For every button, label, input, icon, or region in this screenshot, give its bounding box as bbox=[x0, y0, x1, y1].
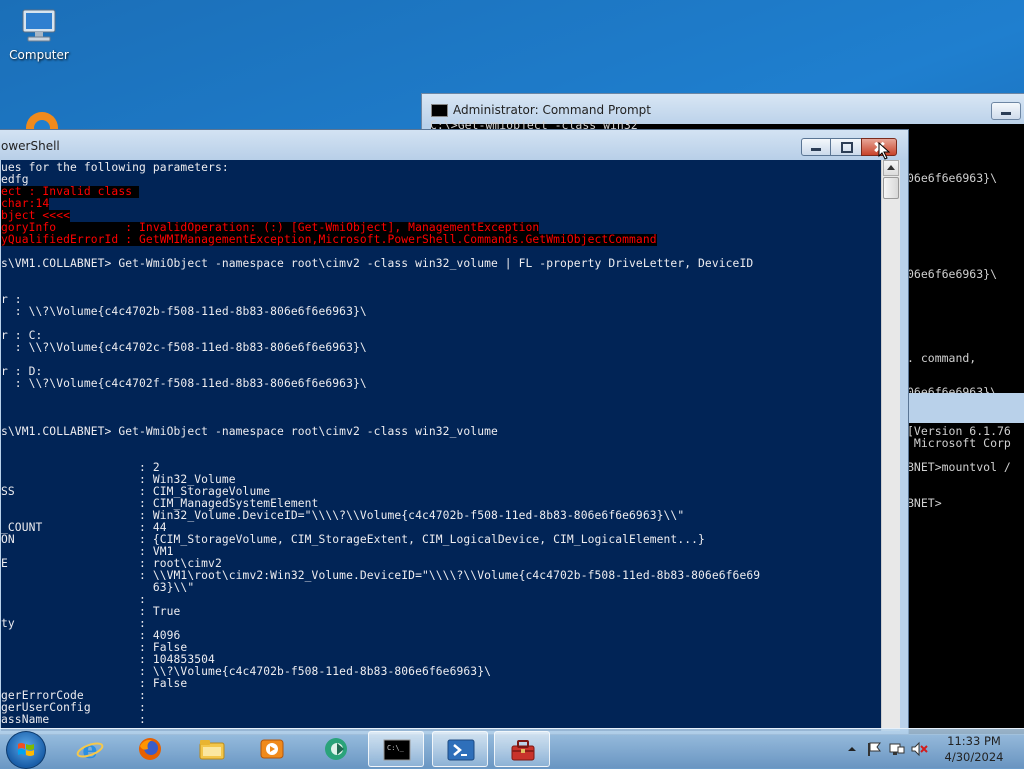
volume-muted-icon[interactable] bbox=[911, 741, 928, 757]
desktop-icon-computer[interactable]: Computer bbox=[6, 8, 72, 62]
console-line: s\VM1.COLLABNET> Get-WmiObject -namespac… bbox=[1, 425, 498, 438]
taskbar-powershell-button[interactable] bbox=[432, 731, 488, 767]
svg-text:e: e bbox=[82, 737, 97, 761]
minimize-button[interactable] bbox=[801, 138, 831, 156]
console-line: ues for the following parameters: bbox=[1, 161, 229, 174]
explorer-icon bbox=[199, 740, 225, 760]
console-line: : \\?\Volume{c4c4702c-f508-11ed-8b83-806… bbox=[1, 341, 367, 354]
media-player-icon bbox=[260, 739, 284, 759]
action-center-flag-icon[interactable] bbox=[868, 742, 881, 756]
clock-time: 11:33 PM bbox=[947, 734, 1001, 748]
maximize-button[interactable] bbox=[830, 138, 862, 156]
mouse-cursor-icon bbox=[878, 142, 891, 160]
console-error-line: yQualifiedErrorId : GetWMIManagementExce… bbox=[1, 233, 657, 246]
cmd-window-title: Administrator: Command Prompt bbox=[453, 103, 651, 117]
scroll-thumb[interactable] bbox=[883, 177, 899, 199]
taskbar-cmd-button[interactable]: C:\_ bbox=[368, 731, 424, 767]
desktop-icon-label: Computer bbox=[9, 48, 69, 62]
show-hidden-icons-icon[interactable] bbox=[848, 747, 856, 751]
powershell-titlebar[interactable]: owerShell bbox=[0, 130, 908, 160]
cmd-icon: C:\_ bbox=[383, 739, 411, 761]
cmd-line: Microsoft Corp bbox=[907, 436, 1011, 450]
taskbar-ie-button[interactable]: e bbox=[62, 731, 118, 767]
toolbox-icon bbox=[511, 740, 535, 761]
network-icon[interactable] bbox=[889, 743, 905, 755]
system-tray bbox=[846, 741, 930, 757]
computer-icon bbox=[19, 8, 59, 44]
ie-icon: e bbox=[76, 737, 104, 761]
cmd-minimize-button[interactable] bbox=[991, 102, 1021, 120]
cmd-line: 06e6f6e6963}\ bbox=[907, 267, 998, 281]
taskbar: e C:\_ 11:33 PM 4/30/2024 bbox=[0, 728, 1024, 769]
clock-date: 4/30/2024 bbox=[944, 750, 1004, 764]
cmd-window-edge bbox=[907, 393, 1024, 423]
cmd-line: . command, bbox=[907, 351, 977, 365]
console-line: s\VM1.COLLABNET> Get-WmiObject -namespac… bbox=[1, 257, 754, 270]
cmd-line: BNET> bbox=[907, 496, 942, 510]
cmd-icon bbox=[431, 104, 448, 117]
powershell-console[interactable]: ues for the following parameters: edfg ect… bbox=[1, 160, 881, 731]
scroll-up-button[interactable] bbox=[883, 160, 899, 176]
taskbar-explorer-button[interactable] bbox=[184, 731, 240, 767]
console-line: : \\?\Volume{c4c4702f-f508-11ed-8b83-806… bbox=[1, 377, 367, 390]
console-line: assName : bbox=[1, 713, 146, 726]
cmd-line: BNET>mountvol / bbox=[907, 460, 1011, 474]
taskbar-toolbox-button[interactable] bbox=[494, 731, 550, 767]
powershell-window[interactable]: owerShell ues for the following paramete… bbox=[0, 129, 909, 735]
svg-text:C:\_: C:\_ bbox=[387, 744, 405, 752]
start-button[interactable] bbox=[6, 731, 46, 769]
taskbar-firefox-button[interactable] bbox=[122, 731, 178, 767]
firefox-icon bbox=[139, 738, 161, 760]
taskbar-app-button[interactable] bbox=[308, 731, 364, 767]
windows-logo-icon bbox=[18, 743, 34, 756]
powershell-icon bbox=[447, 739, 475, 761]
console-line: : \\?\Volume{c4c4702b-f508-11ed-8b83-806… bbox=[1, 305, 367, 318]
taskbar-media-player-button[interactable] bbox=[244, 731, 300, 767]
console-scrollbar[interactable] bbox=[881, 160, 900, 731]
app-icon bbox=[325, 738, 347, 760]
cmd-line: 06e6f6e6963}\ bbox=[907, 171, 998, 185]
taskbar-clock[interactable]: 11:33 PM 4/30/2024 bbox=[934, 733, 1014, 765]
powershell-window-title: owerShell bbox=[1, 139, 60, 153]
